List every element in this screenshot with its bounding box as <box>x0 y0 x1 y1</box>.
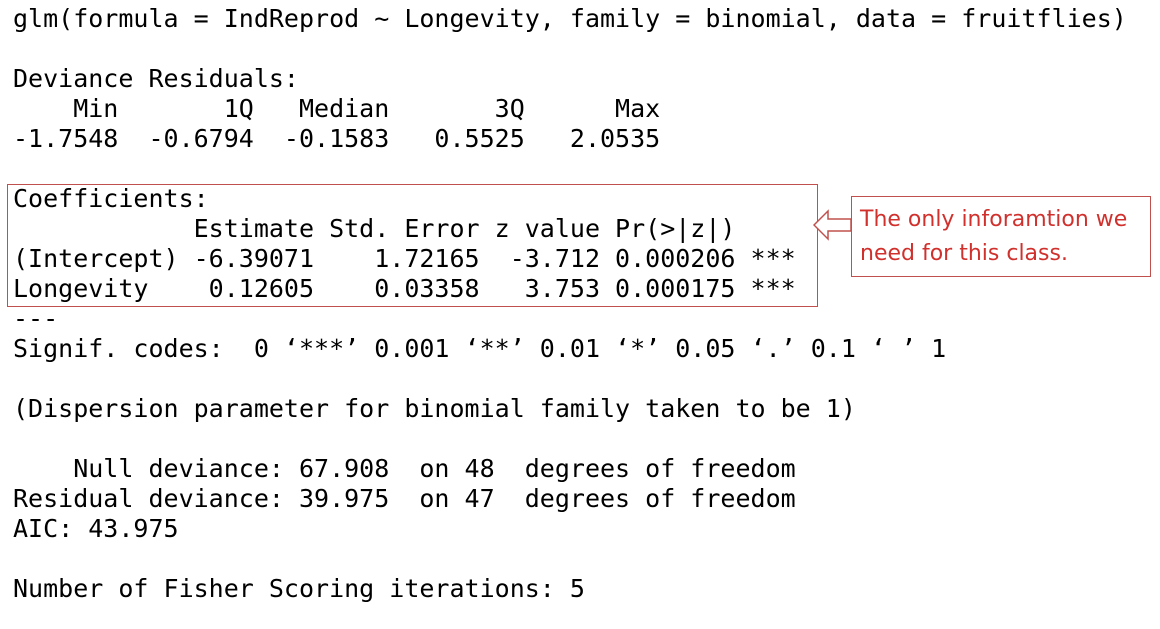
residual-deviance-line: Residual deviance: 39.975 on 47 degrees … <box>13 484 796 513</box>
coefficients-highlight-box <box>7 184 818 307</box>
deviance-residuals-heading: Deviance Residuals: <box>13 64 299 93</box>
separator-line: --- <box>13 304 59 333</box>
fisher-iterations-line: Number of Fisher Scoring iterations: 5 <box>13 574 585 603</box>
annotation-line: The only inforamtion we <box>860 207 1128 232</box>
annotation-line: need for this class. <box>860 241 1068 266</box>
null-deviance-line: Null deviance: 67.908 on 48 degrees of f… <box>13 454 796 483</box>
glm-call-line: glm(formula = IndReprod ~ Longevity, fam… <box>13 4 1127 33</box>
aic-line: AIC: 43.975 <box>13 514 179 543</box>
annotation-callout: The only inforamtion we need for this cl… <box>851 196 1151 277</box>
dispersion-line: (Dispersion parameter for binomial famil… <box>13 394 856 423</box>
signif-codes-line: Signif. codes: 0 ‘***’ 0.001 ‘**’ 0.01 ‘… <box>13 334 947 363</box>
residuals-values-row: -1.7548 -0.6794 -0.1583 0.5525 2.0535 <box>13 124 661 153</box>
left-arrow-icon <box>813 209 852 241</box>
residuals-header-row: Min 1Q Median 3Q Max <box>13 94 661 123</box>
